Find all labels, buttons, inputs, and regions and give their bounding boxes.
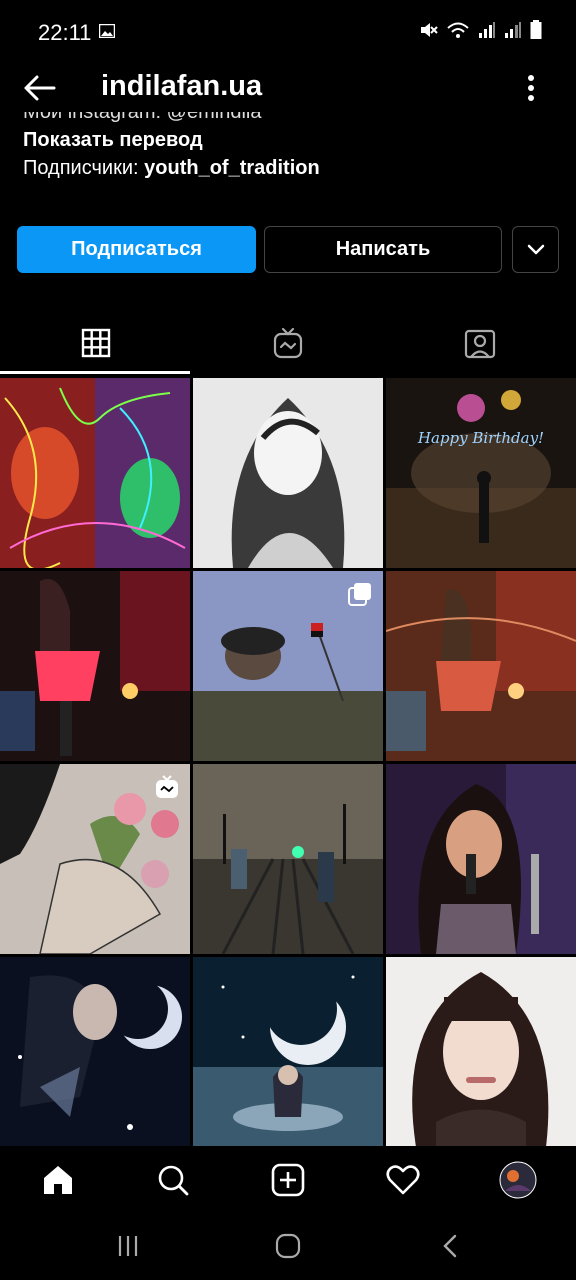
gallery-notification-icon	[99, 24, 115, 38]
post-image	[0, 378, 190, 568]
recent-apps-icon[interactable]	[116, 1234, 140, 1258]
suggestions-dropdown-button[interactable]	[512, 226, 559, 273]
tab-igtv[interactable]	[192, 312, 384, 374]
post-tile-9[interactable]	[386, 764, 576, 954]
igtv-icon	[273, 327, 303, 359]
status-bar: 22:11	[0, 0, 576, 66]
post-tile-7[interactable]	[0, 764, 190, 954]
show-translation-link[interactable]: Показать перевод	[23, 126, 320, 154]
wifi-icon	[447, 22, 469, 38]
followers-label: Подписчики:	[23, 157, 139, 179]
profile-bio: Мой instagram: @emindila Показать перево…	[23, 112, 320, 182]
status-icons	[418, 20, 542, 40]
tab-tagged[interactable]	[384, 312, 576, 374]
post-tile-3[interactable]: Happy Birthday!	[386, 378, 576, 568]
profile-avatar	[499, 1161, 537, 1199]
battery-icon	[530, 20, 542, 39]
post-tile-1[interactable]	[0, 378, 190, 568]
back-button-icon[interactable]	[440, 1233, 460, 1259]
grid-icon	[81, 328, 111, 358]
signal-icon	[479, 22, 495, 38]
post-tile-12[interactable]	[386, 957, 576, 1146]
bottom-navigation	[0, 1146, 576, 1214]
system-navigation-bar	[0, 1214, 576, 1280]
posts-grid: Happy Birthday!	[0, 378, 576, 1146]
follow-button[interactable]: Подписаться	[17, 226, 256, 273]
page-title: indilafan.ua	[101, 70, 263, 102]
post-tile-10[interactable]	[0, 957, 190, 1146]
tab-posts-grid[interactable]	[0, 312, 192, 374]
search-icon	[158, 1165, 189, 1196]
home-button-icon[interactable]	[275, 1233, 301, 1259]
nav-home[interactable]	[38, 1160, 78, 1200]
bio-cut-line: Мой instagram: @emindila	[23, 112, 262, 123]
chevron-down-icon	[527, 244, 544, 254]
status-time: 22:11	[38, 20, 92, 45]
post-image	[0, 957, 190, 1146]
post-image	[193, 764, 383, 954]
nav-create[interactable]	[268, 1160, 308, 1200]
post-tile-6[interactable]	[386, 571, 576, 761]
nav-profile[interactable]	[498, 1160, 538, 1200]
home-icon	[44, 1166, 72, 1194]
happy-birthday-text: Happy Birthday!	[417, 429, 544, 447]
post-tile-8[interactable]	[193, 764, 383, 954]
heart-icon	[386, 1165, 420, 1195]
post-image	[386, 571, 576, 761]
nav-activity[interactable]	[383, 1160, 423, 1200]
followed-by-line[interactable]: Подписчики: youth_of_tradition	[23, 154, 320, 182]
signal-icon-2	[505, 22, 521, 38]
post-image	[0, 571, 190, 761]
profile-actions: Подписаться Написать	[17, 226, 559, 273]
post-image	[386, 957, 576, 1146]
more-options-icon[interactable]	[516, 72, 546, 104]
mute-icon	[421, 23, 438, 37]
profile-tabs	[0, 312, 576, 374]
app-bar: indilafan.ua	[0, 58, 576, 118]
tab-selected-indicator	[0, 371, 190, 374]
back-arrow-icon[interactable]	[20, 68, 60, 108]
post-tile-5[interactable]	[193, 571, 383, 761]
post-tile-2[interactable]	[193, 378, 383, 568]
message-button[interactable]: Написать	[264, 226, 502, 273]
carousel-icon	[348, 583, 371, 606]
nav-search[interactable]	[153, 1160, 193, 1200]
post-tile-4[interactable]	[0, 571, 190, 761]
post-image	[193, 378, 383, 568]
tagged-icon	[464, 329, 496, 359]
post-image	[193, 957, 383, 1146]
followers-username[interactable]: youth_of_tradition	[144, 157, 320, 179]
igtv-badge-icon	[156, 775, 178, 798]
post-image: Happy Birthday!	[386, 378, 576, 568]
post-tile-11[interactable]	[193, 957, 383, 1146]
post-image	[386, 764, 576, 954]
add-icon	[271, 1163, 305, 1197]
